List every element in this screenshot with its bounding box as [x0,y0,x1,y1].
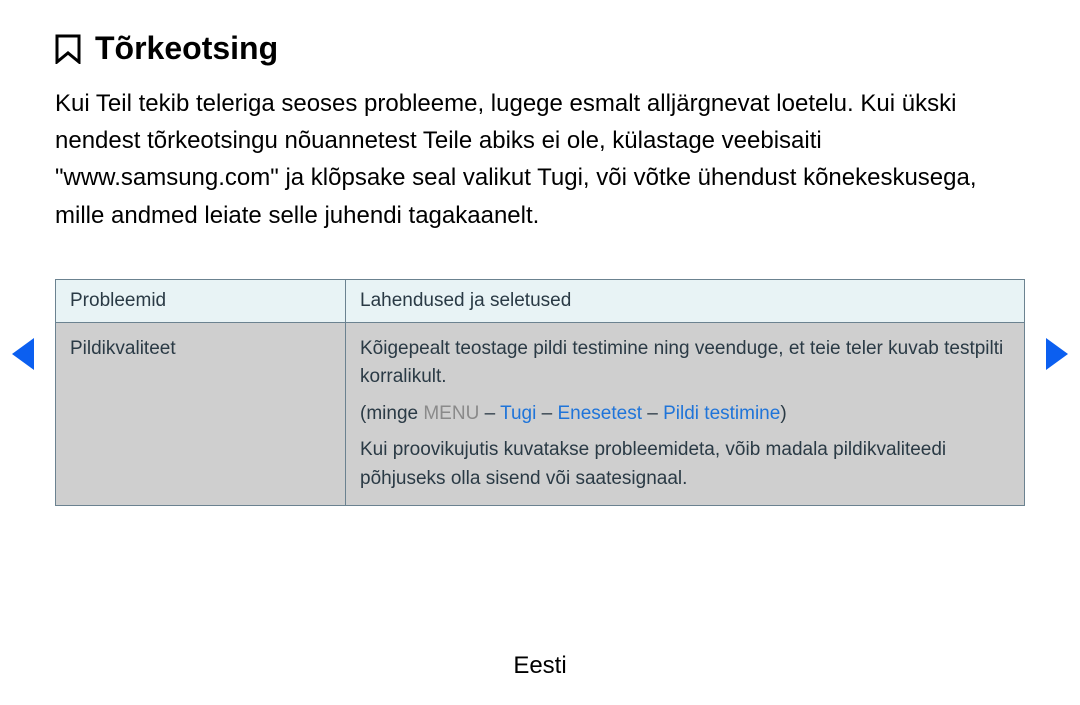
menu-path: (minge MENU – Tugi – Enesetest – Pildi t… [360,400,1010,429]
menu-sep: – [479,403,500,424]
cell-solution: Kõigepealt teostage pildi testimine ning… [346,322,1025,506]
title-row: Tõrkeotsing [55,30,1025,67]
menu-item-menu: MENU [423,403,479,424]
footer-language: Eesti [0,652,1080,680]
menu-sep: – [642,403,663,424]
menu-item-pildi-testimine: Pildi testimine [663,403,780,424]
intro-paragraph: Kui Teil tekib teleriga seoses probleeme… [55,85,1025,234]
solution-para-2: Kui proovikujutis kuvatakse probleemidet… [360,436,1010,493]
bookmark-icon [55,34,81,64]
menu-close: ) [780,403,786,424]
menu-item-enesetest: Enesetest [557,403,642,424]
page-title: Tõrkeotsing [95,30,278,67]
menu-open: (minge [360,403,423,424]
menu-item-tugi: Tugi [500,403,536,424]
table-row: Pildikvaliteet Kõigepealt teostage pildi… [56,322,1025,506]
menu-sep: – [536,403,557,424]
table-header-solutions: Lahendused ja seletused [346,279,1025,322]
troubleshooting-table: Probleemid Lahendused ja seletused Pildi… [55,279,1025,507]
nav-prev-arrow[interactable] [12,338,34,370]
nav-next-arrow[interactable] [1046,338,1068,370]
cell-problem: Pildikvaliteet [56,322,346,506]
solution-para-1: Kõigepealt teostage pildi testimine ning… [360,335,1010,392]
table-header-problems: Probleemid [56,279,346,322]
